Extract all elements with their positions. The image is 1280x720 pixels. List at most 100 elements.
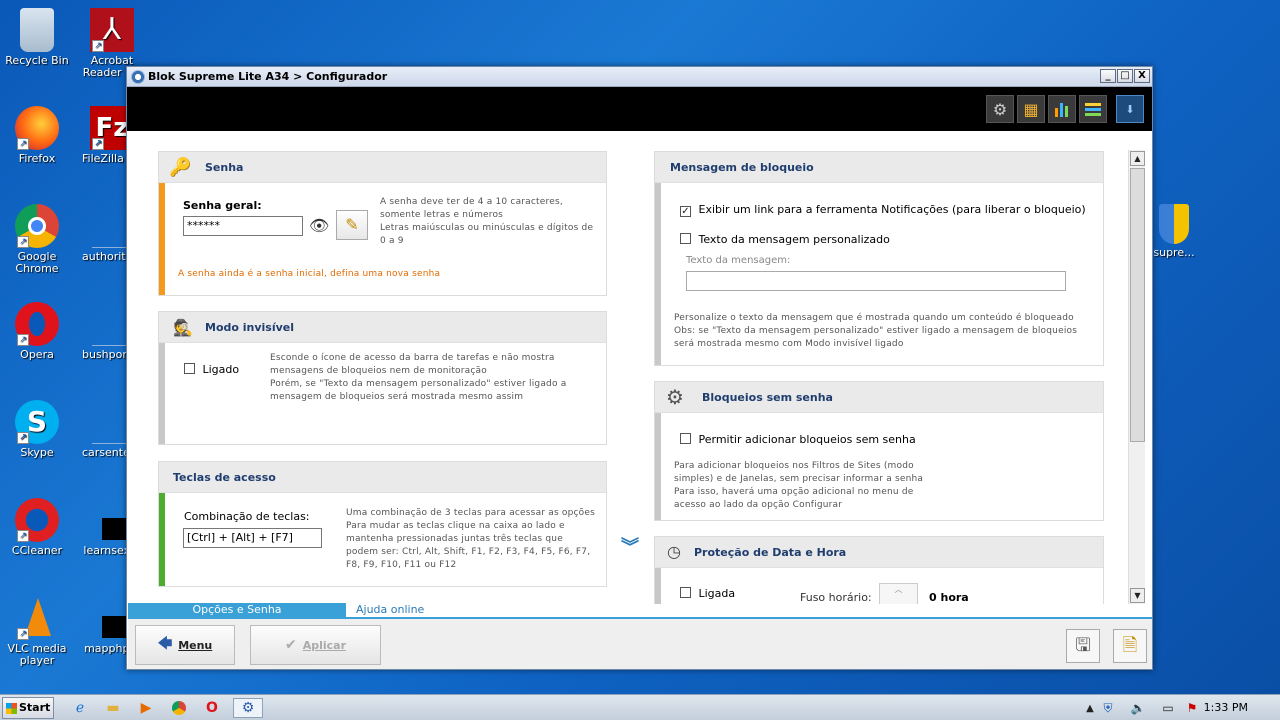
desktop-icon-vlc[interactable]: ↗ VLC media player xyxy=(0,596,74,667)
gray-accent-bar xyxy=(655,152,661,365)
bottom-tabs: Opções e Senha Ajuda online xyxy=(128,603,1152,619)
senha-help-2: Letras maiúsculas ou minúsculas e dígito… xyxy=(380,223,594,246)
bloqueios-desc: Para adicionar bloqueios nos Filtros de … xyxy=(674,461,924,510)
minimize-button[interactable]: _ xyxy=(1100,69,1116,83)
panel-mensagem: Mensagem de bloqueio ✓ Exibir um link pa… xyxy=(654,151,1104,366)
desktop-icon-opera[interactable]: ↗ Opera xyxy=(0,302,74,361)
texto-personalizado-checkbox[interactable]: Texto da mensagem personalizado xyxy=(680,233,890,246)
panel-teclas: Teclas de acesso Combinação de teclas: [… xyxy=(158,461,607,587)
key-icon: 🔑 xyxy=(169,157,192,178)
ccleaner-icon: ↗ xyxy=(15,498,59,542)
combinacao-label: Combinação de teclas: xyxy=(184,510,310,523)
windows-logo-icon xyxy=(6,703,17,714)
acrobat-icon: ⅄ ↗ xyxy=(90,8,134,52)
panel-title-mensagem: Mensagem de bloqueio xyxy=(670,161,814,174)
link-notificacoes-checkbox[interactable]: ✓ Exibir um link para a ferramenta Notif… xyxy=(680,203,1086,217)
panel-senha: 🔑 Senha Senha geral: ****** 👁 ✎ A senha … xyxy=(158,151,607,296)
desktop-icon-ccleaner[interactable]: ↗ CCleaner xyxy=(0,498,74,557)
media-player-icon[interactable]: ▶ xyxy=(134,698,158,718)
scroll-up-arrow-icon[interactable]: ▲ xyxy=(1130,151,1145,166)
texto-mensagem-label: Texto da mensagem: xyxy=(686,255,791,266)
checked-checkbox-icon: ✓ xyxy=(680,206,691,217)
opera-taskbar-icon[interactable]: O xyxy=(200,698,224,718)
back-arrow-icon: 🡄 xyxy=(157,636,173,652)
recycle-bin-icon xyxy=(20,8,54,52)
panel-bloqueios: ⚙ Bloqueios sem senha Permitir adicionar… xyxy=(654,381,1104,521)
vertical-scrollbar[interactable]: ▲ ▼ xyxy=(1128,150,1145,604)
clock-icon: ◷ xyxy=(667,542,681,561)
desktop-icon-chrome[interactable]: ↗ Google Chrome xyxy=(0,204,74,275)
title-bar[interactable]: Blok Supreme Lite A34 > Configurador _ □… xyxy=(127,67,1152,87)
panel-title-bloqueios: Bloqueios sem senha xyxy=(702,391,833,404)
volume-tray-icon[interactable]: 🔈 xyxy=(1126,698,1150,718)
panel-title-teclas: Teclas de acesso xyxy=(173,471,276,484)
checkbox-icon xyxy=(680,433,691,444)
texto-mensagem-field[interactable] xyxy=(686,271,1066,291)
ie-icon[interactable]: ℯ xyxy=(68,698,92,718)
spy-icon: 🕵 xyxy=(173,318,193,337)
vlc-icon: ↗ xyxy=(15,596,59,640)
close-button[interactable]: X xyxy=(1134,69,1150,83)
shield-icon xyxy=(1159,204,1189,244)
settings-gear-icon[interactable]: ⚙ xyxy=(986,95,1014,123)
opera-icon: ↗ xyxy=(15,302,59,346)
menu-button[interactable]: 🡄 Menu xyxy=(135,625,235,665)
desktop-icon-recycle-bin[interactable]: Recycle Bin xyxy=(0,8,74,67)
modo-invisivel-desc-1: Esconde o ícone de acesso da barra de ta… xyxy=(270,353,555,376)
gears-icon: ⚙ xyxy=(666,385,684,409)
password-field[interactable]: ****** xyxy=(183,216,303,236)
grid-icon[interactable]: ▦ xyxy=(1017,95,1045,123)
blok-supreme-taskbar-icon[interactable]: ⚙ xyxy=(233,698,263,718)
senha-help-1: A senha deve ter de 4 a 10 caracteres, s… xyxy=(380,197,563,220)
tab-opcoes-senha[interactable]: Opções e Senha xyxy=(128,603,346,617)
teclas-desc: Uma combinação de 3 teclas para acessar … xyxy=(346,508,596,570)
desktop-icon-firefox[interactable]: ↗ Firefox xyxy=(0,106,74,165)
scroll-down-arrow-icon[interactable]: ▼ xyxy=(1130,588,1145,603)
skype-icon: S ↗ xyxy=(15,400,59,444)
chrome-icon: ↗ xyxy=(15,204,59,248)
chrome-taskbar-icon[interactable] xyxy=(167,698,191,718)
export-file-icon[interactable]: 🗎 xyxy=(1113,629,1147,663)
senha-warning: A senha ainda é a senha inicial, defina … xyxy=(178,269,441,279)
scroll-thumb[interactable] xyxy=(1130,168,1145,442)
protecao-ligada-checkbox[interactable]: Ligada xyxy=(680,587,735,600)
start-button[interactable]: Start xyxy=(2,697,54,719)
panel-protecao: ◷ Proteção de Data e Hora Ligada Fuso ho… xyxy=(654,536,1104,604)
app-gear-icon xyxy=(131,70,145,84)
key-combination-field[interactable]: [Ctrl] + [Alt] + [F7] xyxy=(183,528,322,548)
security-shield-tray-icon[interactable]: ⛨ xyxy=(1096,698,1120,718)
flag-tray-icon[interactable]: ⚑ xyxy=(1180,698,1204,718)
window-title: Blok Supreme Lite A34 > Configurador xyxy=(148,70,388,83)
maximize-button[interactable]: □ xyxy=(1117,69,1133,83)
fuso-stepper[interactable]: ︿ xyxy=(879,583,918,604)
panel-title-protecao: Proteção de Data e Hora xyxy=(694,546,847,559)
scroll-down-chevron-icon[interactable]: ︾ xyxy=(621,539,639,557)
tab-ajuda-online[interactable]: Ajuda online xyxy=(356,603,424,617)
firefox-icon: ↗ xyxy=(15,106,59,150)
explorer-folder-icon[interactable]: ▬ xyxy=(101,698,125,718)
modo-invisivel-desc-2: Porém, se "Texto da mensagem personaliza… xyxy=(270,379,567,402)
modo-invisivel-checkbox[interactable]: Ligado xyxy=(184,363,239,376)
show-password-eye-icon[interactable]: 👁 xyxy=(309,216,329,235)
checkbox-icon xyxy=(184,363,195,374)
chart-icon[interactable] xyxy=(1048,95,1076,123)
checkmark-icon: ✔ xyxy=(284,637,297,653)
settings-content: 🔑 Senha Senha geral: ****** 👁 ✎ A senha … xyxy=(127,132,1135,604)
apply-button[interactable]: ✔ Aplicar xyxy=(250,625,381,665)
checkbox-icon xyxy=(680,587,691,598)
edit-password-button[interactable]: ✎ xyxy=(336,210,368,240)
mensagem-desc-2: Obs: se "Texto da mensagem personalizado… xyxy=(674,326,1078,349)
network-tray-icon[interactable]: ▭ xyxy=(1156,698,1180,718)
download-icon[interactable]: ⬇ xyxy=(1116,95,1144,123)
panel-title-modo-invisivel: Modo invisível xyxy=(205,321,295,334)
save-disk-icon[interactable]: 🖫 xyxy=(1066,629,1100,663)
taskbar: Start ℯ ▬ ▶ O ⚙ ▲ ⛨ ▭ 🔈 ⚑ 1:33 PM xyxy=(0,694,1280,720)
desktop-icon-skype[interactable]: S ↗ Skype xyxy=(0,400,74,459)
bloqueios-sem-senha-checkbox[interactable]: Permitir adicionar bloqueios sem senha xyxy=(680,433,916,446)
list-icon[interactable] xyxy=(1079,95,1107,123)
panel-modo-invisivel: 🕵 Modo invisível Ligado Esconde o ícone … xyxy=(158,311,607,445)
senha-geral-label: Senha geral: xyxy=(183,199,262,212)
desktop-icon-supreme[interactable]: supre... xyxy=(1150,204,1198,259)
checkbox-icon xyxy=(680,233,691,244)
taskbar-clock[interactable]: 1:33 PM xyxy=(1204,701,1248,714)
